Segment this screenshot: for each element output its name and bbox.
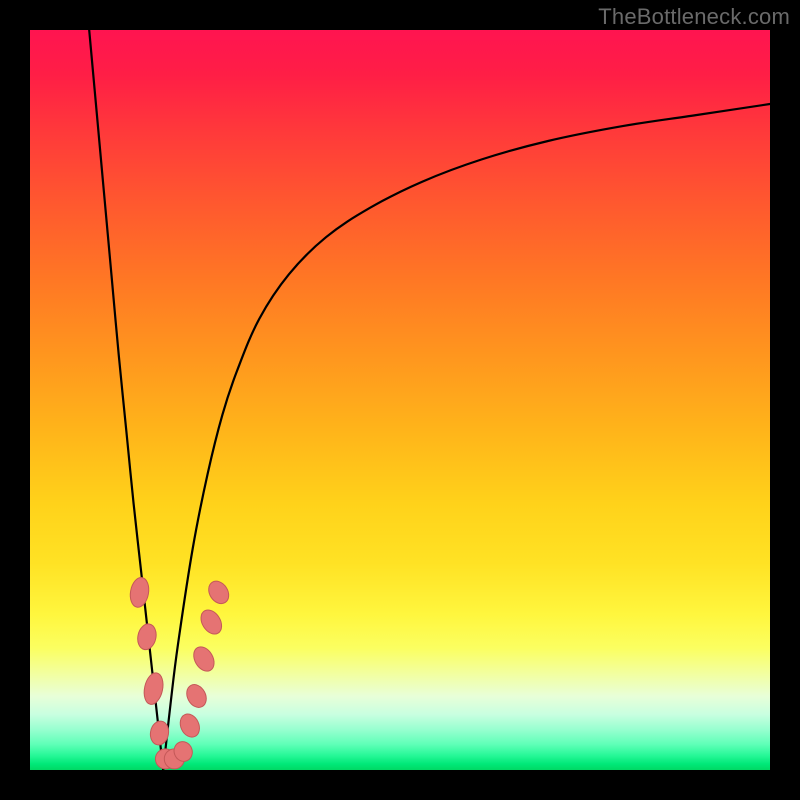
data-marker-9 [190,643,219,675]
data-marker-8 [183,681,210,711]
data-marker-11 [205,577,233,607]
curve-left-branch [89,30,163,770]
data-marker-10 [197,606,226,638]
data-marker-0 [128,576,151,609]
data-marker-7 [177,711,203,740]
chart-frame: TheBottleneck.com [0,0,800,800]
data-marker-2 [141,671,165,706]
curve-layer [30,30,770,770]
curve-right-branch [163,104,770,770]
data-marker-1 [135,622,158,651]
watermark-text: TheBottleneck.com [598,4,790,30]
plot-area [30,30,770,770]
